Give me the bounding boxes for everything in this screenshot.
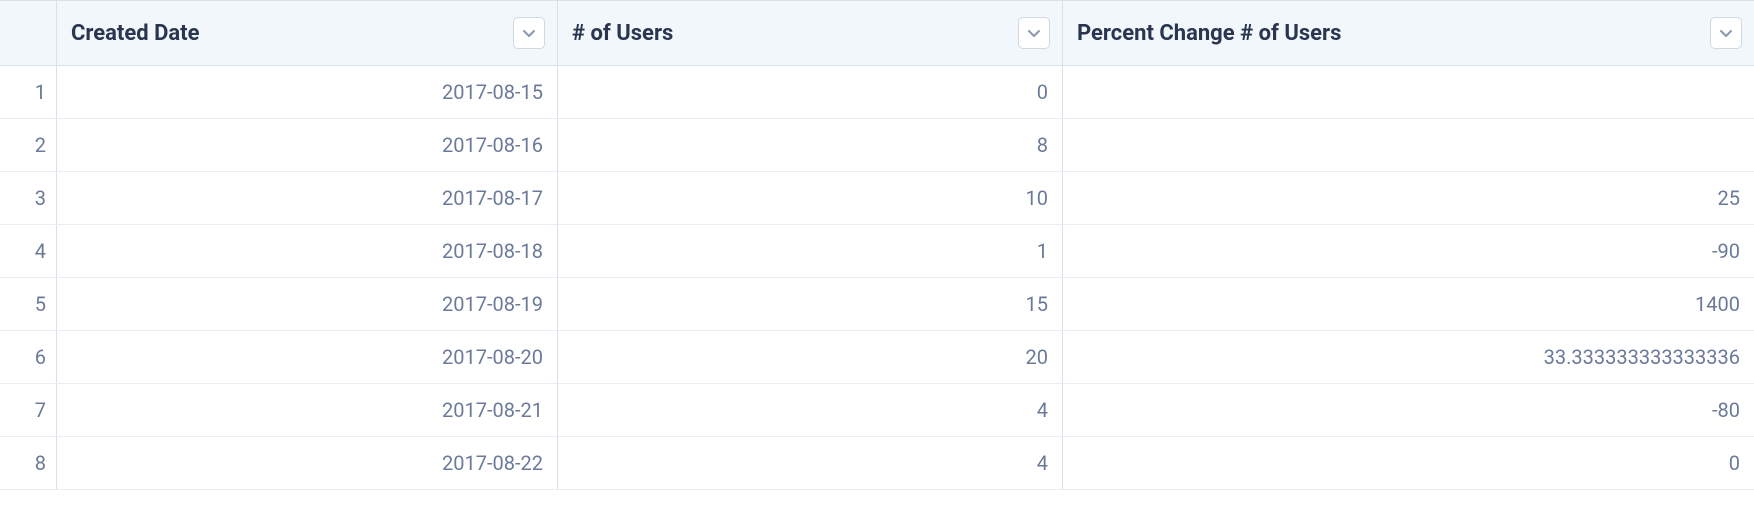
row-number-cell: 3	[0, 172, 57, 224]
chevron-down-icon	[1719, 24, 1733, 43]
row-number-cell: 2	[0, 119, 57, 171]
cell-num-users[interactable]: 0	[558, 66, 1063, 118]
cell-percent-change[interactable]: 0	[1063, 437, 1754, 489]
cell-percent-change[interactable]: 33.333333333333336	[1063, 331, 1754, 383]
column-header-percent-change[interactable]: Percent Change # of Users	[1063, 1, 1754, 65]
cell-created-date[interactable]: 2017-08-18	[57, 225, 558, 277]
cell-num-users[interactable]: 1	[558, 225, 1063, 277]
column-header-num-users[interactable]: # of Users	[558, 1, 1063, 65]
table-body: 12017-08-15022017-08-16832017-08-1710254…	[0, 66, 1754, 490]
cell-percent-change[interactable]	[1063, 66, 1754, 118]
table-row: 62017-08-202033.333333333333336	[0, 331, 1754, 384]
row-number-header	[0, 1, 57, 65]
chevron-down-icon	[1027, 24, 1041, 43]
cell-num-users[interactable]: 10	[558, 172, 1063, 224]
table-header-row: Created Date # of Users Percent Change #…	[0, 0, 1754, 66]
cell-num-users[interactable]: 15	[558, 278, 1063, 330]
cell-percent-change[interactable]	[1063, 119, 1754, 171]
column-header-label: Percent Change # of Users	[1077, 21, 1341, 46]
column-header-label: # of Users	[572, 21, 673, 46]
table-row: 72017-08-214-80	[0, 384, 1754, 437]
cell-percent-change[interactable]: -90	[1063, 225, 1754, 277]
table-row: 32017-08-171025	[0, 172, 1754, 225]
row-number-cell: 1	[0, 66, 57, 118]
cell-num-users[interactable]: 4	[558, 384, 1063, 436]
row-number-cell: 7	[0, 384, 57, 436]
row-number-cell: 8	[0, 437, 57, 489]
data-table: Created Date # of Users Percent Change #…	[0, 0, 1754, 490]
table-row: 22017-08-168	[0, 119, 1754, 172]
column-header-created-date[interactable]: Created Date	[57, 1, 558, 65]
cell-percent-change[interactable]: 1400	[1063, 278, 1754, 330]
cell-created-date[interactable]: 2017-08-21	[57, 384, 558, 436]
table-row: 52017-08-19151400	[0, 278, 1754, 331]
column-menu-button-num-users[interactable]	[1018, 17, 1050, 49]
cell-num-users[interactable]: 20	[558, 331, 1063, 383]
cell-created-date[interactable]: 2017-08-16	[57, 119, 558, 171]
cell-percent-change[interactable]: -80	[1063, 384, 1754, 436]
cell-created-date[interactable]: 2017-08-22	[57, 437, 558, 489]
row-number-cell: 5	[0, 278, 57, 330]
column-menu-button-created-date[interactable]	[513, 17, 545, 49]
cell-created-date[interactable]: 2017-08-15	[57, 66, 558, 118]
row-number-cell: 4	[0, 225, 57, 277]
cell-percent-change[interactable]: 25	[1063, 172, 1754, 224]
cell-created-date[interactable]: 2017-08-17	[57, 172, 558, 224]
cell-num-users[interactable]: 8	[558, 119, 1063, 171]
chevron-down-icon	[522, 24, 536, 43]
row-number-cell: 6	[0, 331, 57, 383]
column-menu-button-percent-change[interactable]	[1710, 17, 1742, 49]
column-header-label: Created Date	[71, 21, 199, 46]
cell-created-date[interactable]: 2017-08-19	[57, 278, 558, 330]
table-row: 12017-08-150	[0, 66, 1754, 119]
cell-num-users[interactable]: 4	[558, 437, 1063, 489]
table-row: 82017-08-2240	[0, 437, 1754, 490]
table-row: 42017-08-181-90	[0, 225, 1754, 278]
cell-created-date[interactable]: 2017-08-20	[57, 331, 558, 383]
